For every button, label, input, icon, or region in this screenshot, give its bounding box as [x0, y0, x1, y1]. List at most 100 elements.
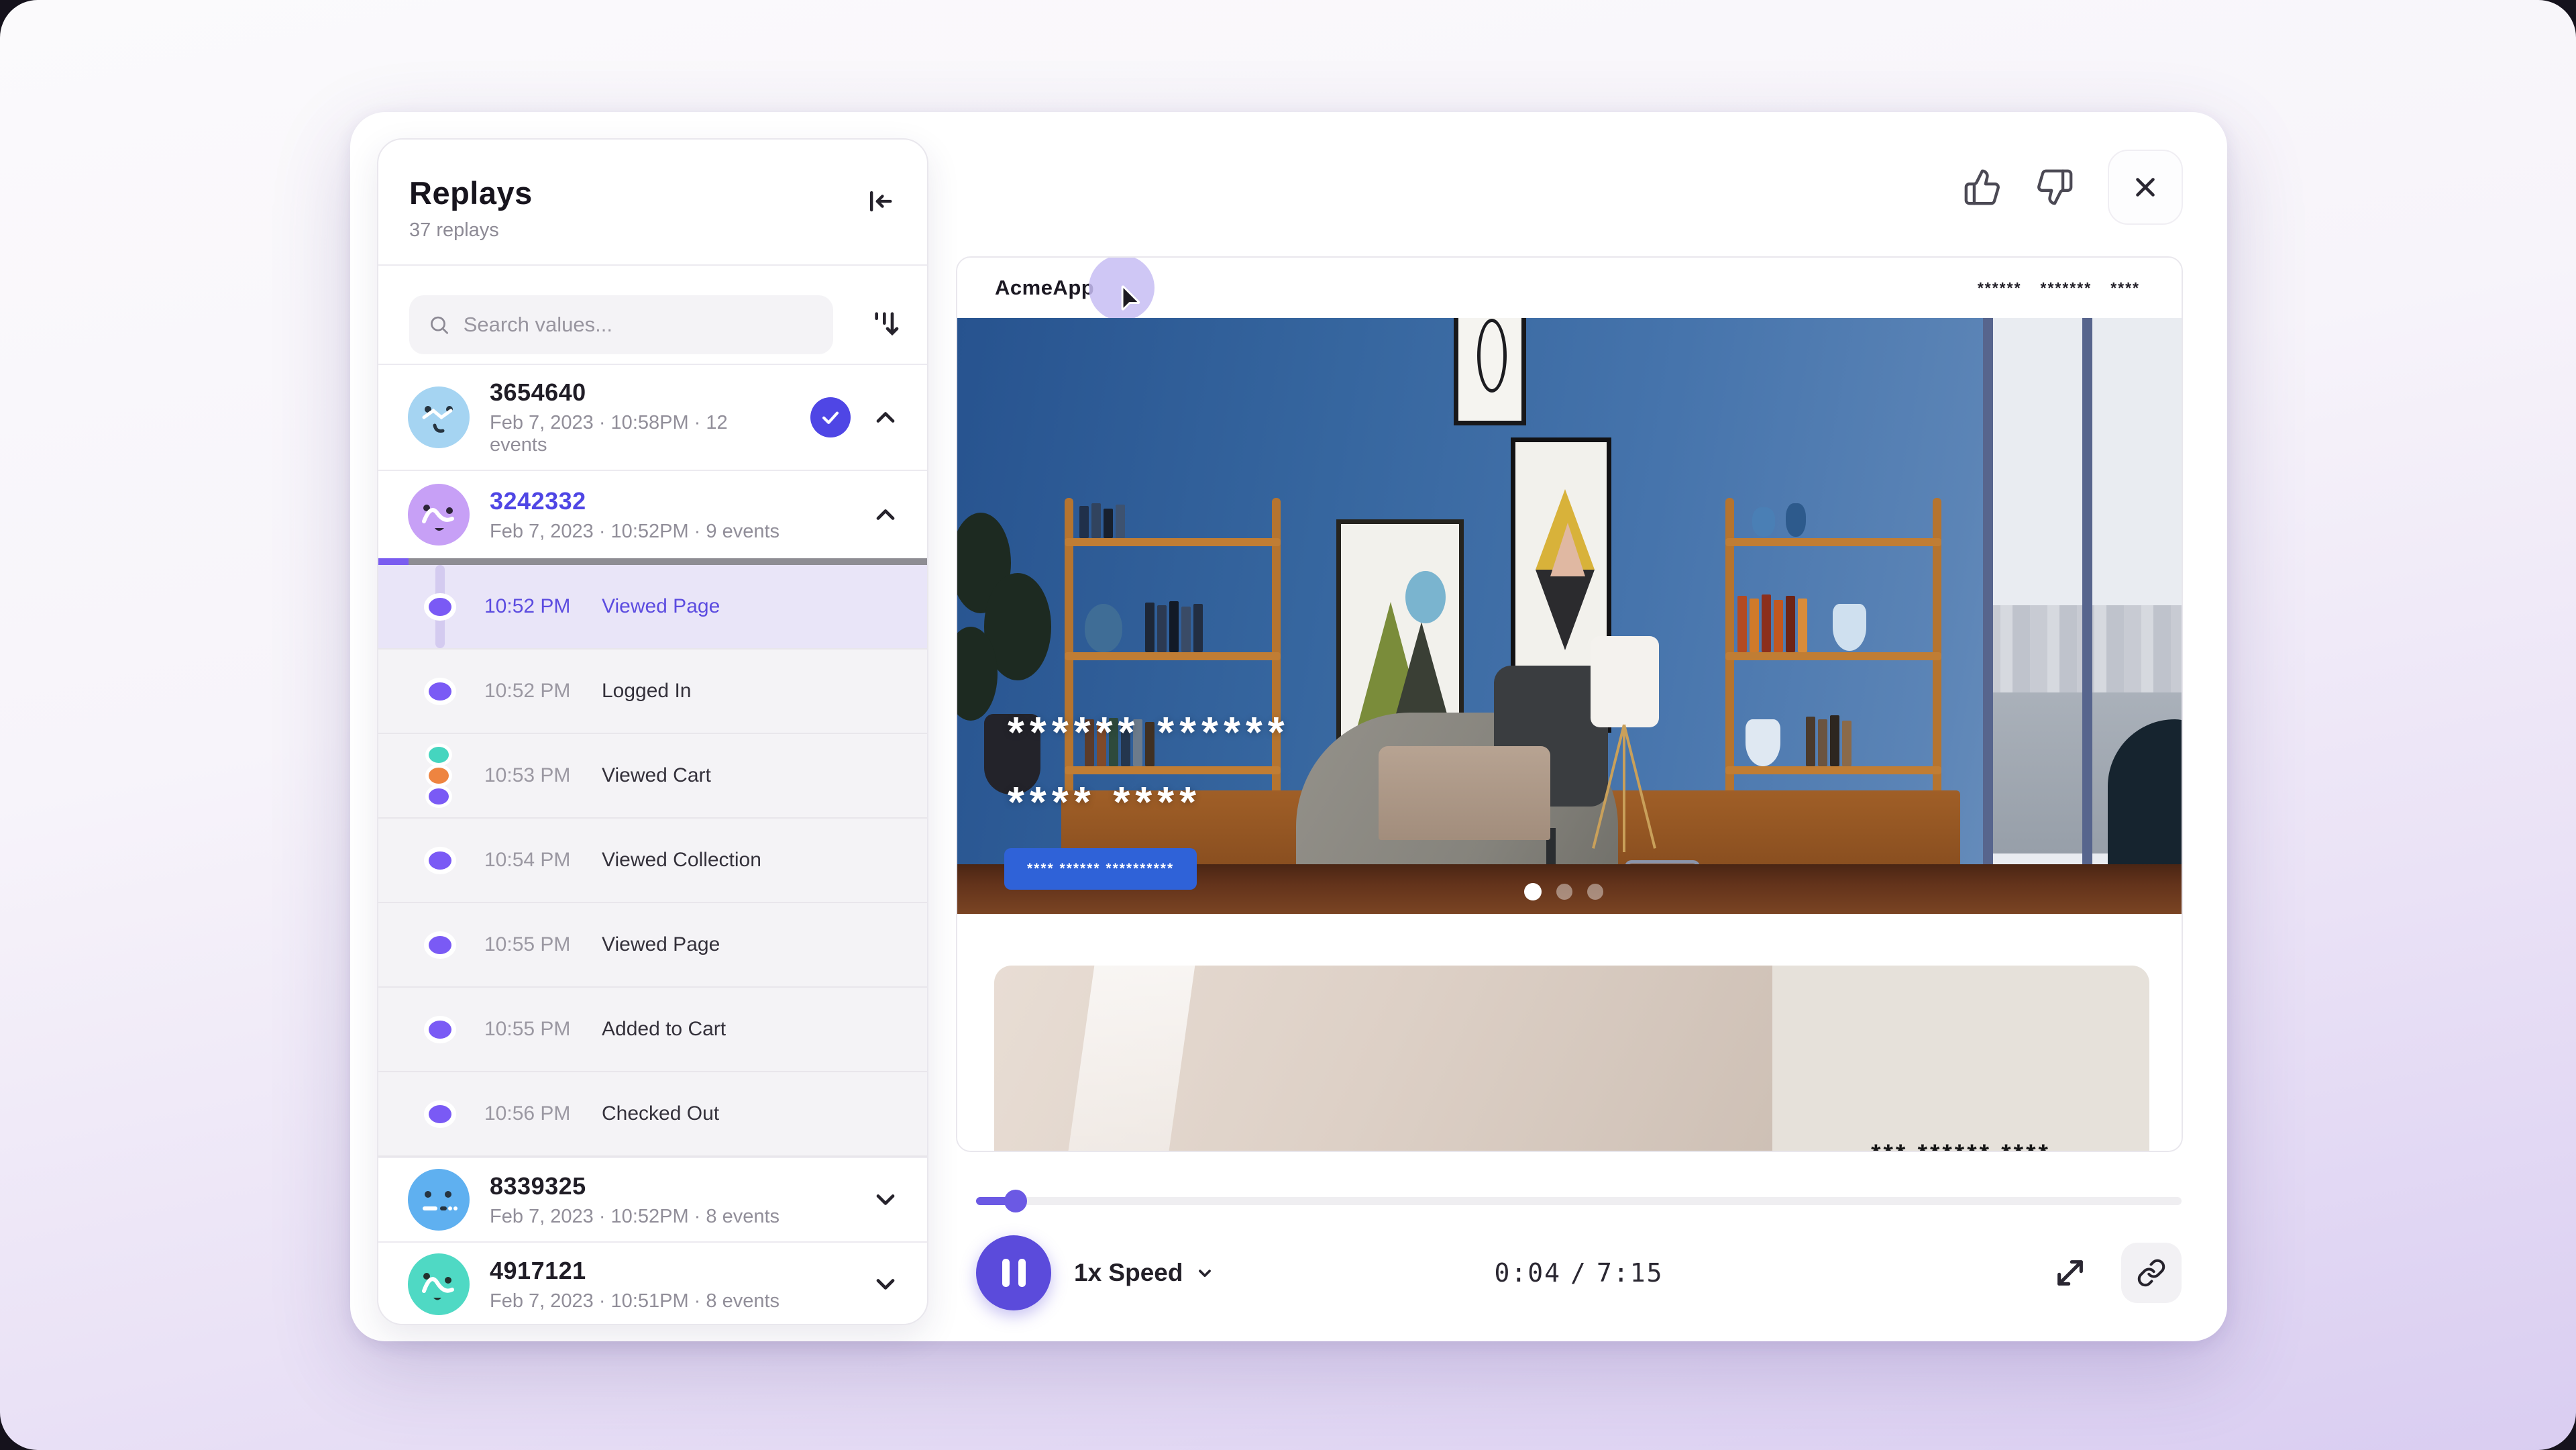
close-button[interactable]: [2108, 150, 2183, 225]
masked-hero-line2: **** ****: [1008, 777, 1290, 827]
avatar: [408, 484, 470, 546]
carousel-dot[interactable]: [1556, 884, 1572, 900]
link-icon: [2137, 1258, 2166, 1288]
event-row[interactable]: 10:55 PM Viewed Page: [378, 903, 927, 988]
masked-hero-heading: ****** ****** **** ****: [1008, 707, 1290, 827]
event-dot: [429, 747, 449, 763]
watched-check-badge: [810, 397, 851, 437]
event-label: Checked Out: [602, 1102, 719, 1125]
event-time: 10:52 PM: [484, 595, 570, 618]
event-time: 10:55 PM: [484, 933, 570, 956]
speed-label: 1x Speed: [1074, 1259, 1183, 1287]
hero-cta-label: **** ****** **********: [1027, 861, 1174, 877]
event-time: 10:53 PM: [484, 764, 570, 787]
time-total: 7:15: [1597, 1258, 1664, 1288]
event-dot: [429, 1021, 451, 1039]
cursor-icon: [1116, 283, 1145, 313]
chevron-down-icon: [1193, 1261, 1216, 1284]
player-controls: 1x Speed 0:04 / 7:15: [976, 1235, 2182, 1310]
search-input[interactable]: [464, 313, 814, 337]
event-time: 10:55 PM: [484, 1018, 570, 1041]
replay-count: 37 replays: [409, 219, 896, 242]
session-playback-progress[interactable]: [378, 558, 927, 565]
copy-link-button[interactable]: [2121, 1243, 2182, 1303]
time-current: 0:04: [1495, 1258, 1562, 1288]
event-row[interactable]: 10:52 PM Viewed Page: [378, 565, 927, 650]
chevron-up-icon[interactable]: [871, 500, 900, 529]
masked-nav-item[interactable]: *******: [2041, 279, 2092, 297]
session-row-8339325[interactable]: 8339325 Feb 7, 2023 · 10:52PM · 8 events: [378, 1157, 927, 1241]
masked-product-text: *** ****** ****: [1871, 1139, 2051, 1152]
event-timeline: 10:52 PM Viewed Page 10:52 PM Logged In: [378, 565, 927, 1157]
hero-cta-button[interactable]: **** ****** **********: [1004, 848, 1197, 890]
product-card[interactable]: *** ****** ****: [994, 966, 2149, 1152]
session-meta: Feb 7, 2023 · 10:52PM · 9 events: [490, 521, 851, 543]
event-row[interactable]: 10:52 PM Logged In: [378, 650, 927, 734]
event-row[interactable]: 10:53 PM Viewed Cart: [378, 734, 927, 819]
event-time: 10:56 PM: [484, 1102, 570, 1125]
chevron-down-icon[interactable]: [871, 1270, 900, 1299]
scene-lamp: [1589, 636, 1663, 864]
masked-nav-item[interactable]: ******: [1978, 279, 2022, 297]
screenshot-canvas: Replays 37 replays: [0, 0, 2576, 1450]
event-label: Viewed Page: [602, 933, 720, 956]
session-id: 8339325: [490, 1172, 851, 1200]
sort-filter-icon[interactable]: [864, 306, 902, 344]
fullscreen-expand-icon[interactable]: [2051, 1254, 2089, 1292]
masked-hero-line1: ****** ******: [1008, 707, 1290, 757]
pause-button[interactable]: [976, 1235, 1051, 1310]
event-dot: [429, 682, 451, 701]
session-row-4917121[interactable]: 4917121 Feb 7, 2023 · 10:51PM · 8 events: [378, 1241, 927, 1325]
session-id: 3654640: [490, 378, 790, 407]
replayed-site-header: AcmeApp ****** ******* ****: [957, 258, 2182, 318]
thumbs-down-icon[interactable]: [2035, 168, 2074, 207]
close-icon: [2130, 172, 2161, 203]
event-time: 10:54 PM: [484, 849, 570, 872]
speed-selector[interactable]: 1x Speed: [1074, 1235, 1216, 1310]
replay-viewport: AcmeApp ****** ******* ****: [956, 256, 2183, 1152]
time-separator: /: [1570, 1258, 1587, 1288]
event-dot: [429, 936, 451, 954]
search-row: [378, 264, 927, 364]
event-dot: [429, 598, 451, 616]
page-title: Replays: [409, 174, 896, 211]
event-label: Added to Cart: [602, 1018, 726, 1041]
thumbs-up-icon[interactable]: [1963, 168, 2002, 207]
chevron-up-icon[interactable]: [871, 403, 900, 432]
event-row[interactable]: 10:55 PM Added to Cart: [378, 988, 927, 1072]
pause-icon: [1002, 1259, 1026, 1287]
session-id-selected: 3242332: [490, 487, 851, 515]
event-dot: [429, 1105, 451, 1123]
session-list: 3654640 Feb 7, 2023 · 10:58PM · 12 event…: [378, 364, 927, 1325]
session-id: 4917121: [490, 1257, 851, 1285]
progress-handle[interactable]: [1004, 1190, 1027, 1212]
event-label: Viewed Page: [602, 595, 720, 618]
event-row[interactable]: 10:56 PM Checked Out: [378, 1072, 927, 1157]
event-dot: [429, 788, 449, 805]
avatar: [408, 386, 470, 448]
session-progress-fill: [378, 558, 409, 565]
event-row[interactable]: 10:54 PM Viewed Collection: [378, 819, 927, 903]
event-label: Viewed Cart: [602, 764, 711, 787]
carousel-dot-active[interactable]: [1524, 883, 1542, 900]
session-meta: Feb 7, 2023 · 10:58PM · 12 events: [490, 412, 790, 456]
event-dot: [429, 851, 451, 870]
chevron-down-icon[interactable]: [871, 1185, 900, 1214]
site-logo: AcmeApp: [995, 276, 1094, 300]
session-row-3654640[interactable]: 3654640 Feb 7, 2023 · 10:58PM · 12 event…: [378, 364, 927, 470]
session-row-3242332[interactable]: 3242332 Feb 7, 2023 · 10:52PM · 9 events: [378, 470, 927, 558]
search-icon: [428, 313, 450, 337]
scene-laptop: [1379, 746, 1550, 840]
scene-frame-small: [1454, 318, 1526, 425]
event-label: Logged In: [602, 680, 691, 703]
collapse-sidebar-icon[interactable]: [861, 184, 896, 219]
masked-nav-item[interactable]: ****: [2110, 279, 2140, 297]
masked-nav: ****** ******* ****: [1978, 279, 2140, 297]
sidebar-header: Replays 37 replays: [378, 140, 927, 264]
carousel-dot[interactable]: [1587, 884, 1603, 900]
replayed-product-section: *** ****** ****: [957, 914, 2182, 1152]
search-input-wrapper[interactable]: [409, 295, 833, 354]
playback-progress-bar[interactable]: [976, 1197, 2182, 1205]
avatar: [408, 1253, 470, 1315]
carousel-dots: [1524, 883, 1603, 900]
